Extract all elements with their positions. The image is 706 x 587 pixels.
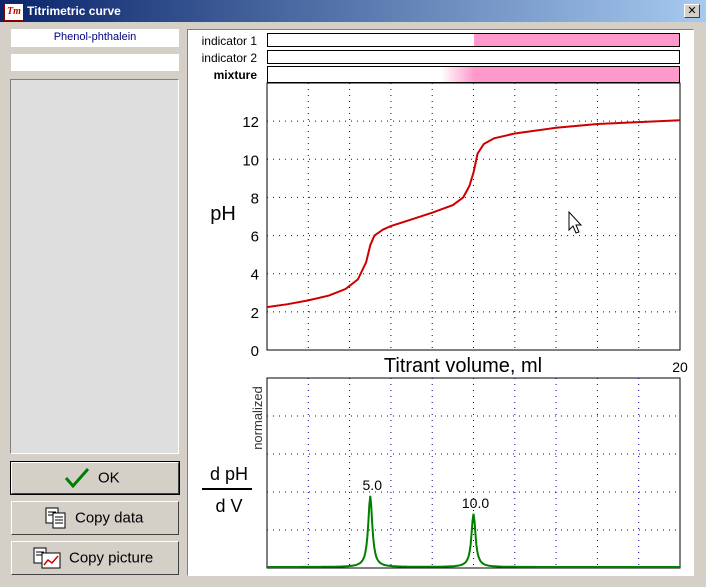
- ph-x-label: Titrant volume, ml: [384, 355, 542, 377]
- ph-y-tick-label: 6: [251, 229, 259, 246]
- ph-y-ticks: 0 2 4 6 8 10 12: [242, 114, 259, 360]
- ph-y-tick-label: 8: [251, 190, 259, 207]
- ph-y-tick-label: 4: [251, 267, 259, 284]
- dph-numerator: d pH: [210, 464, 248, 484]
- dv-denominator: d V: [215, 496, 242, 516]
- ph-y-tick-label: 12: [242, 114, 259, 131]
- peak-label: 10.0: [462, 495, 489, 511]
- ph-y-tick-label: 10: [242, 152, 259, 169]
- ph-x-max-tick: 20: [672, 359, 688, 375]
- derivative-plot-area: [266, 377, 681, 569]
- peak-label: 5.0: [363, 477, 383, 493]
- charts-svg: 0 2 4 6 8 10 12 pH Titrant volume, ml 20 5.0 10…: [202, 82, 688, 569]
- ph-y-tick-label: 2: [251, 305, 259, 322]
- ph-y-tick-label: 0: [251, 343, 259, 360]
- derivative-chart: 5.0 10.0 normalized d pH d V: [202, 377, 681, 569]
- ph-chart: 0 2 4 6 8 10 12 pH Titrant volume, ml 20: [210, 82, 688, 377]
- ph-y-label: pH: [210, 203, 236, 225]
- normalized-label: normalized: [250, 386, 265, 450]
